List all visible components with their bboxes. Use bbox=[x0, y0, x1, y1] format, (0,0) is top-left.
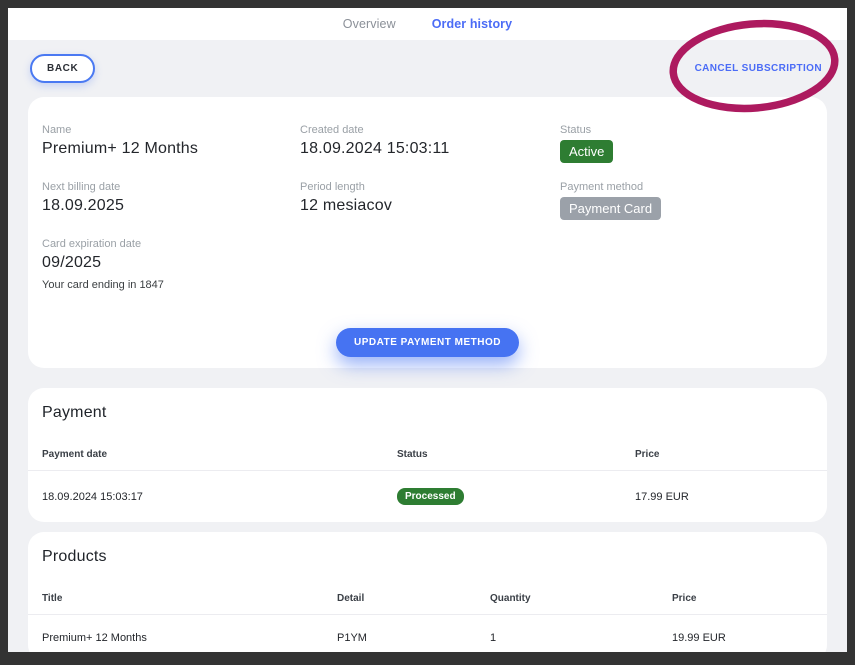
main-content: Name Premium+ 12 Months Created date 18.… bbox=[8, 97, 847, 661]
app-window: Overview Order history BACK CANCEL SUBSC… bbox=[0, 0, 855, 665]
status-badge: Active bbox=[560, 140, 613, 163]
update-button-row: UPDATE PAYMENT METHOD bbox=[42, 328, 813, 357]
field-next-billing-date-value: 18.09.2025 bbox=[42, 197, 300, 215]
payment-row-date: 18.09.2024 15:03:17 bbox=[42, 491, 397, 503]
products-row-price: 19.99 EUR bbox=[672, 632, 813, 644]
field-name-label: Name bbox=[42, 124, 300, 136]
field-status-label: Status bbox=[560, 124, 813, 136]
field-status: Status Active bbox=[560, 124, 813, 163]
products-header-title: Title bbox=[42, 593, 337, 604]
field-created-date: Created date 18.09.2024 15:03:11 bbox=[300, 124, 560, 163]
payment-row-status: Processed bbox=[397, 488, 635, 505]
field-name-value: Premium+ 12 Months bbox=[42, 140, 300, 158]
products-row-quantity: 1 bbox=[490, 632, 672, 644]
update-payment-method-button[interactable]: UPDATE PAYMENT METHOD bbox=[336, 328, 519, 357]
field-card-expiration-value: 09/2025 bbox=[42, 254, 300, 272]
details-grid: Name Premium+ 12 Months Created date 18.… bbox=[42, 124, 813, 291]
products-card: Products Title Detail Quantity Price Pre… bbox=[28, 532, 827, 661]
field-card-expiration: Card expiration date 09/2025 Your card e… bbox=[42, 238, 300, 291]
products-section-title: Products bbox=[28, 548, 827, 566]
field-period-length-value: 12 mesiacov bbox=[300, 197, 560, 215]
field-name: Name Premium+ 12 Months bbox=[42, 124, 300, 163]
products-table-header: Title Detail Quantity Price bbox=[28, 593, 827, 614]
products-row-title: Premium+ 12 Months bbox=[42, 632, 337, 644]
products-row-detail: P1YM bbox=[337, 632, 490, 644]
field-period-length-label: Period length bbox=[300, 181, 560, 193]
field-next-billing-date-label: Next billing date bbox=[42, 181, 300, 193]
payment-header-date: Payment date bbox=[42, 449, 397, 460]
tab-order-history[interactable]: Order history bbox=[432, 17, 513, 31]
top-tab-bar: Overview Order history bbox=[8, 8, 847, 40]
back-button[interactable]: BACK bbox=[30, 54, 95, 83]
field-payment-method-label: Payment method bbox=[560, 181, 813, 193]
field-period-length: Period length 12 mesiacov bbox=[300, 181, 560, 220]
payment-header-price: Price bbox=[635, 449, 813, 460]
card-ending-note: Your card ending in 1847 bbox=[42, 279, 300, 291]
processed-badge: Processed bbox=[397, 488, 464, 505]
products-table-row: Premium+ 12 Months P1YM 1 19.99 EUR bbox=[28, 614, 827, 661]
tab-overview[interactable]: Overview bbox=[343, 17, 396, 31]
action-bar: BACK CANCEL SUBSCRIPTION bbox=[8, 40, 847, 97]
field-next-billing-date: Next billing date 18.09.2025 bbox=[42, 181, 300, 220]
payment-table-row: 18.09.2024 15:03:17 Processed 17.99 EUR bbox=[28, 470, 827, 522]
products-header-detail: Detail bbox=[337, 593, 490, 604]
payment-method-badge: Payment Card bbox=[560, 197, 661, 220]
payment-table-header: Payment date Status Price bbox=[28, 449, 827, 470]
payment-card: Payment Payment date Status Price 18.09.… bbox=[28, 388, 827, 522]
subscription-details-card: Name Premium+ 12 Months Created date 18.… bbox=[28, 97, 827, 368]
field-card-expiration-label: Card expiration date bbox=[42, 238, 300, 250]
payment-row-price: 17.99 EUR bbox=[635, 491, 813, 503]
payment-header-status: Status bbox=[397, 449, 635, 460]
payment-section-title: Payment bbox=[28, 404, 827, 422]
products-header-quantity: Quantity bbox=[490, 593, 672, 604]
products-header-price: Price bbox=[672, 593, 813, 604]
cancel-subscription-link[interactable]: CANCEL SUBSCRIPTION bbox=[695, 63, 822, 74]
field-payment-method: Payment method Payment Card bbox=[560, 181, 813, 220]
field-created-date-value: 18.09.2024 15:03:11 bbox=[300, 140, 560, 158]
field-created-date-label: Created date bbox=[300, 124, 560, 136]
